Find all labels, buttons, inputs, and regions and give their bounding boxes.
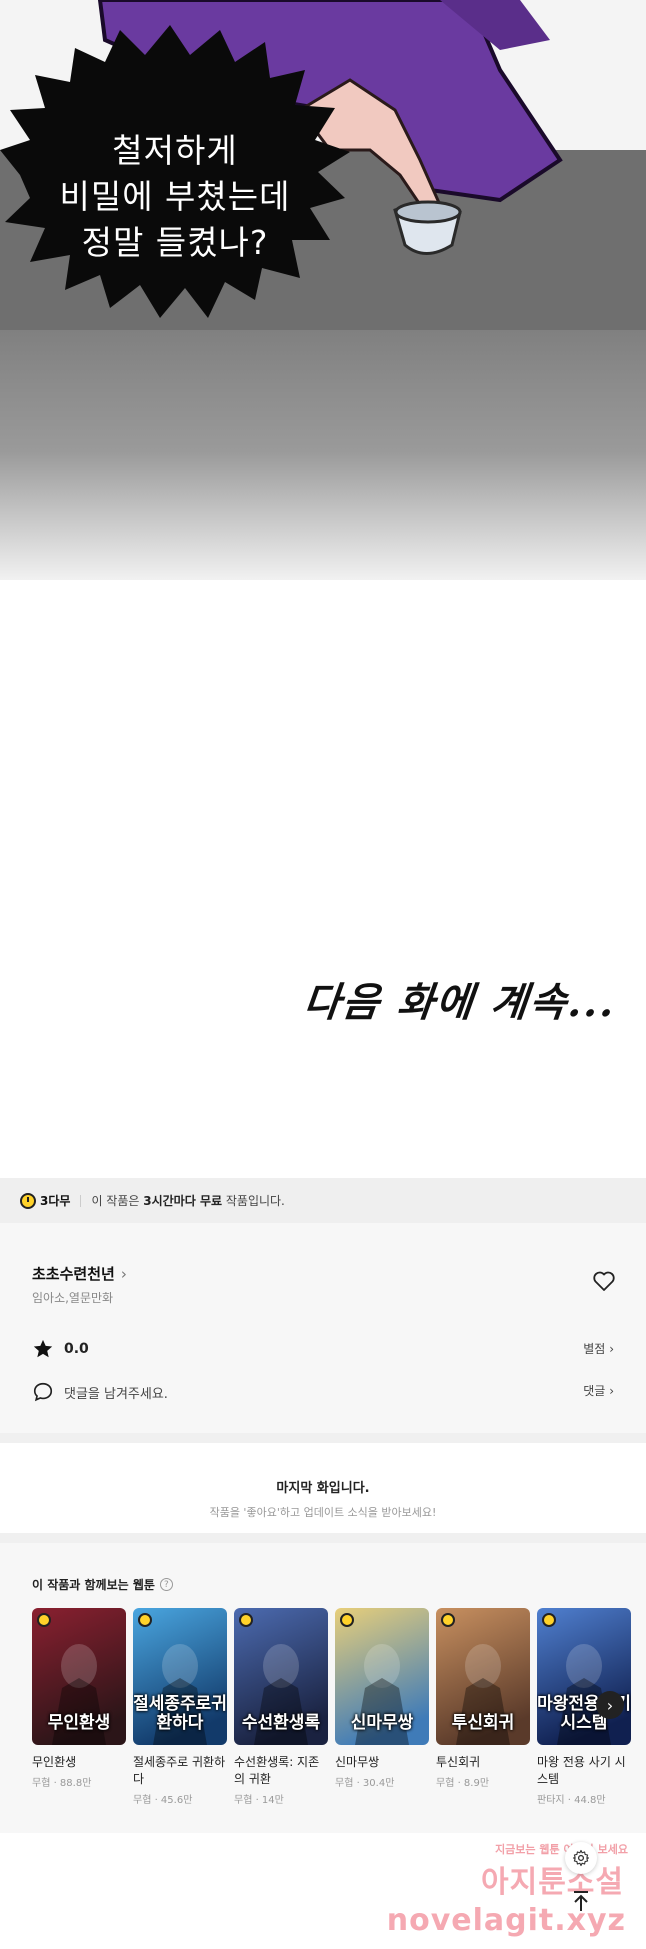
bottom-area: 지금보는 웹툰 여기서 보세요 아지툰소설 novelagit.xyz — [0, 1833, 646, 1949]
speech-bubble-text: 철저하게 비밀에 부쳤는데 정말 들켰나? — [40, 128, 310, 266]
work-authors: 임아소,열문만화 — [32, 1291, 114, 1305]
bubble-line: 비밀에 부쳤는데 — [59, 177, 291, 216]
recommendation-card[interactable]: 무인환생 무인환생 무협 · 88.8만 — [32, 1608, 126, 1789]
comment-link[interactable]: 댓글 › — [583, 1382, 614, 1399]
cover-image: 신마무쌍 — [335, 1608, 429, 1745]
scroll-to-top-button[interactable] — [565, 1885, 597, 1917]
recommendation-card[interactable]: 절세종주로귀환하다절세종주로 귀환하다무협 · 45.6만 — [133, 1608, 227, 1806]
recommendations-heading: 이 작품과 함께보는 웹툰 ? — [32, 1576, 173, 1593]
card-meta: 무협 · 8.9만 — [436, 1778, 490, 1789]
cover-title: 절세종주로귀환하다 — [133, 1694, 227, 1733]
clock-icon — [542, 1613, 556, 1627]
carousel-next-button[interactable]: › — [596, 1691, 624, 1719]
last-episode-notice: 마지막 화입니다. 작품을 '좋아요'하고 업데이트 소식을 받아보세요! — [0, 1433, 646, 1543]
cover-image: 마왕전용사기시스템 — [537, 1608, 631, 1745]
arrow-up-icon — [574, 1891, 588, 1911]
cover-image: 절세종주로귀환하다 — [133, 1608, 227, 1745]
rating-row: 0.0 — [32, 1338, 89, 1360]
free-banner-suffix: 작품입니다. — [225, 1194, 285, 1208]
heart-icon[interactable] — [592, 1270, 616, 1292]
card-title: 절세종주로 귀환하다 — [133, 1755, 226, 1786]
cover-title: 무인환생 — [47, 1713, 111, 1733]
clock-icon — [239, 1613, 253, 1627]
clock-icon — [20, 1192, 36, 1209]
rate-link-label: 별점 — [583, 1342, 606, 1356]
card-meta: 무협 · 30.4만 — [335, 1778, 395, 1789]
bubble-line: 철저하게 — [112, 131, 238, 170]
help-icon[interactable]: ? — [159, 1578, 173, 1591]
free-banner-bold: 3시간마다 무료 — [143, 1194, 223, 1208]
watermark-small: 지금보는 웹툰 여기서 보세요 — [495, 1843, 628, 1856]
work-info-section: 초초수련천년 › 임아소,열문만화 0.0 별점 › 댓글을 남겨주세요. 댓글… — [0, 1223, 646, 1433]
card-title: 투신회귀 — [436, 1755, 481, 1769]
cover-title: 신마무쌍 — [350, 1713, 414, 1733]
speech-bubble-icon — [33, 1382, 53, 1402]
chevron-right-icon: › — [120, 1264, 127, 1283]
card-title: 무인환생 — [32, 1755, 77, 1769]
recommendations-heading-label: 이 작품과 함께보는 웹툰 — [32, 1578, 155, 1592]
cover-image: 수선환생록 — [234, 1608, 328, 1745]
card-title: 신마무쌍 — [335, 1755, 380, 1769]
comment-placeholder: 댓글을 남겨주세요. — [64, 1386, 168, 1402]
last-episode-title: 마지막 화입니다. — [276, 1481, 370, 1496]
recommendation-card[interactable]: 수선환생록수선환생록: 지존의 귀환무협 · 14만 — [234, 1608, 328, 1806]
comic-panel: 철저하게 비밀에 부쳤는데 정말 들켰나? 다음 화에 계속... — [0, 0, 646, 1178]
recommendation-carousel: 무인환생 무인환생 무협 · 88.8만 절세종주로귀환하다 절세종주로 귀환하다 무협 … — [32, 1608, 646, 1828]
free-banner: 3다무 이 작품은 3시간마다 무료 작품입니다. — [0, 1178, 646, 1223]
work-title: 초초수련천년 — [32, 1265, 115, 1283]
recommendation-card[interactable]: 신마무쌍 신마무쌍 무협 · 30.4만 — [335, 1608, 429, 1789]
wait-free-badge-label: 3다무 — [40, 1194, 71, 1208]
card-title: 마왕 전용 사기 시스템 — [537, 1755, 626, 1786]
watermark-brand: 아지툰소설 — [481, 1865, 624, 1900]
to-be-continued-text: 다음 화에 계속... — [300, 979, 619, 1026]
last-episode-subtitle: 작품을 '좋아요'하고 업데이트 소식을 받아보세요! — [209, 1506, 437, 1519]
free-banner-prefix: 이 작품은 — [91, 1194, 140, 1208]
card-meta: 무협 · 45.6만 — [133, 1795, 193, 1806]
clock-icon — [138, 1613, 152, 1627]
recommendation-card[interactable]: 투신회귀 투신회귀 무협 · 8.9만 — [436, 1608, 530, 1789]
chevron-right-icon: › — [606, 1695, 614, 1715]
card-title: 수선환생록: 지존의 귀환 — [234, 1755, 320, 1786]
chevron-right-icon: › — [609, 1342, 614, 1356]
bubble-line: 정말 들켰나? — [81, 223, 269, 262]
card-meta: 판타지 · 44.8만 — [537, 1795, 606, 1806]
settings-button[interactable] — [565, 1842, 597, 1874]
cover-image: 무인환생 — [32, 1608, 126, 1745]
work-title-link[interactable]: 초초수련천년 › — [32, 1263, 127, 1284]
rating-value: 0.0 — [64, 1341, 89, 1357]
rate-link[interactable]: 별점 › — [583, 1340, 614, 1357]
cover-title: 수선환생록 — [241, 1713, 321, 1733]
clock-icon — [37, 1613, 51, 1627]
divider — [80, 1194, 82, 1207]
star-icon — [33, 1339, 53, 1358]
cover-image: 투신회귀 — [436, 1608, 530, 1745]
cover-title: 투신회귀 — [451, 1713, 515, 1733]
comment-input[interactable]: 댓글을 남겨주세요. — [32, 1381, 168, 1403]
card-meta: 무협 · 14만 — [234, 1795, 284, 1806]
comment-link-label: 댓글 — [583, 1384, 606, 1398]
clock-icon — [340, 1613, 354, 1627]
recommendations-section: 이 작품과 함께보는 웹툰 ? 무인환생 무인환생 무협 · 88.8만 절세종주로귀… — [0, 1543, 646, 1833]
card-meta: 무협 · 88.8만 — [32, 1778, 92, 1789]
clock-icon — [441, 1613, 455, 1627]
gear-icon — [572, 1849, 590, 1867]
chevron-right-icon: › — [609, 1384, 614, 1398]
wait-free-badge: 3다무 — [20, 1192, 70, 1209]
